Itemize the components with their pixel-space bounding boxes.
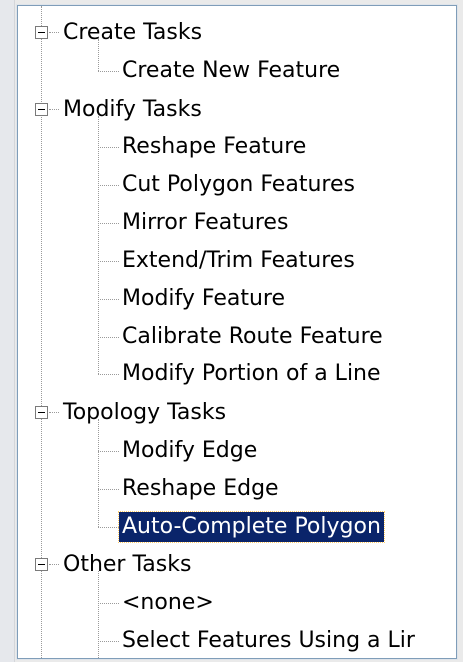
tree-connector [49, 32, 59, 33]
tree-item-cut-polygon-features[interactable]: Cut Polygon Features [119, 166, 358, 204]
tree-item-label: Create New Feature [122, 58, 341, 83]
tree-connector [98, 71, 119, 72]
tree-item-reshape-feature[interactable]: Reshape Feature [119, 128, 309, 166]
tree-connector [98, 489, 119, 490]
tree-connector [98, 299, 119, 300]
tree-connector [98, 527, 119, 528]
collapse-icon[interactable] [35, 558, 48, 571]
tree-connector [98, 261, 119, 262]
tree-group-label: Other Tasks [63, 552, 192, 577]
tree-item-modify-portion-of-a-line[interactable]: Modify Portion of a Line [119, 355, 384, 393]
task-tree[interactable]: Create Tasks Create New Feature Modify T… [17, 5, 457, 659]
tree-item-calibrate-route-feature[interactable]: Calibrate Route Feature [119, 318, 386, 356]
tree-connector [49, 564, 59, 565]
tree-connector [98, 147, 119, 148]
tree-item-create-new-feature[interactable]: Create New Feature [119, 52, 343, 90]
tree-group-label: Modify Tasks [63, 97, 202, 122]
tree-item-modify-edge[interactable]: Modify Edge [119, 432, 260, 470]
collapse-icon[interactable] [35, 26, 48, 39]
tree-connector [98, 374, 119, 375]
tree-item-mirror-features[interactable]: Mirror Features [119, 204, 291, 242]
tree-item-label: Mirror Features [122, 210, 289, 235]
tree-item-select-features-using-a-line[interactable]: Select Features Using a Lir [119, 622, 418, 658]
tree-item-none[interactable]: <none> [119, 584, 217, 622]
tree-item-label: Cut Polygon Features [122, 172, 355, 197]
tree-group-label: Create Tasks [63, 20, 203, 45]
tree-item-extend-trim-features[interactable]: Extend/Trim Features [119, 242, 358, 280]
tree-connector [98, 419, 99, 527]
background-strip [0, 0, 15, 662]
tree-group-topology-tasks[interactable]: Topology Tasks [60, 394, 229, 432]
tree-connector [98, 571, 99, 658]
tree-item-label: Auto-Complete Polygon [118, 511, 385, 543]
tree-item-label: Calibrate Route Feature [122, 324, 383, 349]
tree-item-reshape-edge[interactable]: Reshape Edge [119, 470, 282, 508]
tree-connector [98, 185, 119, 186]
tree-connector [98, 451, 119, 452]
tree-connector [49, 109, 59, 110]
tree-item-modify-feature[interactable]: Modify Feature [119, 280, 288, 318]
tree-item-label: Modify Feature [122, 286, 286, 311]
tree-connector [98, 116, 99, 374]
tree-item-label: Reshape Edge [122, 476, 279, 501]
collapse-icon[interactable] [35, 406, 48, 419]
tree-item-label: Modify Portion of a Line [122, 361, 381, 386]
tree-connector [98, 603, 119, 604]
tree-group-modify-tasks[interactable]: Modify Tasks [60, 91, 205, 129]
tree-connector [98, 223, 119, 224]
tree-item-label: Extend/Trim Features [122, 248, 355, 273]
tree-item-label: Reshape Feature [122, 134, 307, 159]
collapse-icon[interactable] [35, 103, 48, 116]
tree-item-label: <none> [122, 590, 214, 615]
tree-connector [98, 39, 99, 71]
tree-group-other-tasks[interactable]: Other Tasks [60, 546, 194, 584]
tree-item-auto-complete-polygon[interactable]: Auto-Complete Polygon [118, 508, 385, 546]
tree-connector [98, 337, 119, 338]
tree-connector [98, 641, 119, 642]
tree-group-create-tasks[interactable]: Create Tasks [60, 14, 205, 52]
tree-connector [49, 412, 59, 413]
tree-group-label: Topology Tasks [63, 400, 227, 425]
tree-item-label: Modify Edge [122, 438, 258, 463]
tree-item-label: Select Features Using a Lir [122, 628, 415, 653]
